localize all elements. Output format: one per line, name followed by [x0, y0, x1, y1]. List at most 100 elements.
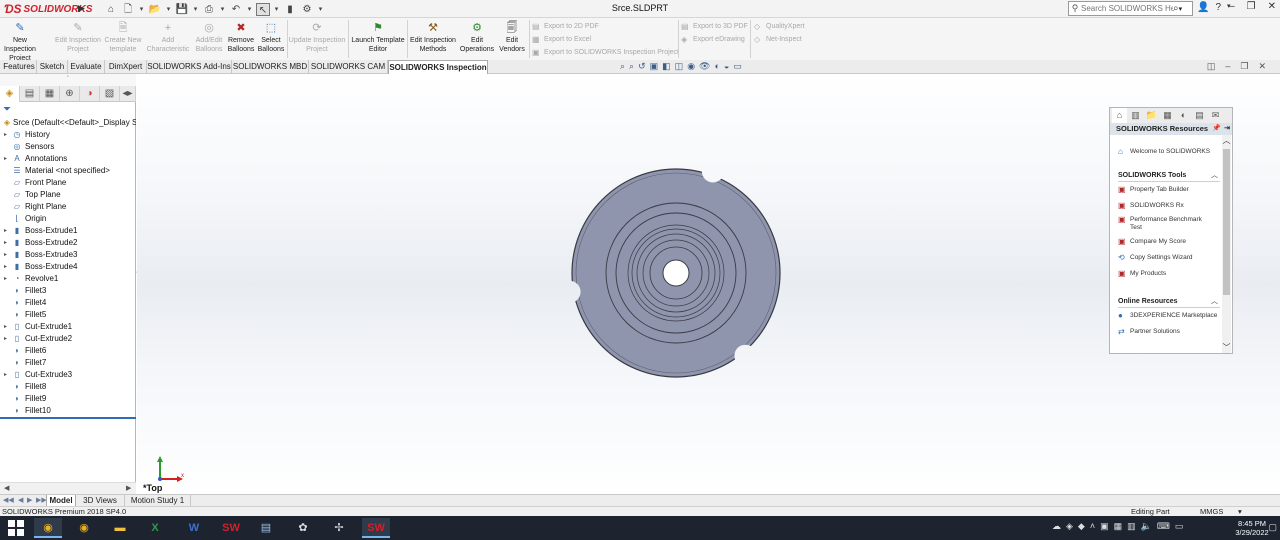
zoom-to-fit-icon[interactable]: ⌕ [620, 61, 625, 72]
file-explorer-tab-icon[interactable]: 📁 [1144, 108, 1159, 123]
tab-scroll-icon[interactable]: ◂▸ [120, 86, 136, 102]
new-inspection-project-button[interactable]: ✎ New Inspection Project [2, 22, 38, 63]
scroll-up-icon[interactable]: ︿ [1222, 135, 1231, 146]
network-icon[interactable]: ▥ [1127, 521, 1136, 532]
part-model[interactable] [569, 166, 783, 380]
new-document-icon[interactable]: 🗋 [121, 3, 135, 16]
tree-item[interactable]: ▸ ▮ Boss-Extrude1 [0, 225, 136, 237]
task-pane-scrollbar[interactable]: ︿ ﹀ [1222, 135, 1231, 353]
home-icon[interactable]: ⌂ [104, 3, 118, 16]
tab-sketch[interactable]: Sketch [37, 60, 68, 74]
rebuild-icon[interactable]: ▮ [283, 3, 297, 16]
view-orientation-icon[interactable]: ◫ [675, 61, 684, 72]
options-dropdown-icon[interactable]: ▾ [317, 3, 324, 16]
online-section-header[interactable]: Online Resources ︿ [1118, 297, 1220, 308]
view-settings-icon[interactable]: ▭ [733, 61, 742, 72]
qualityxpert-button[interactable]: ◇ QualityXpert [754, 20, 805, 32]
viewport-close-icon[interactable]: ✕ [1258, 61, 1266, 72]
chrome-app-2-icon[interactable]: ◉ [70, 518, 98, 538]
expand-chevron-icon[interactable]: ▸ [4, 237, 10, 249]
tree-item[interactable]: ▸ ▯ Cut-Extrude1 [0, 321, 136, 333]
tree-item[interactable]: ⌊ Origin [0, 213, 136, 225]
displaymanager-tab-icon[interactable]: ◑ [80, 86, 100, 102]
compare-score-link[interactable]: ▣ Compare My Score [1118, 238, 1186, 246]
dynamic-annotation-icon[interactable]: ◧ [662, 61, 671, 72]
tab-dimxpert[interactable]: DimXpert [105, 60, 147, 74]
partner-solutions-link[interactable]: ⇄ Partner Solutions [1118, 328, 1180, 336]
scroll-down-icon[interactable]: ﹀ [1222, 342, 1231, 353]
property-tab-builder-link[interactable]: ▣ Property Tab Builder [1118, 186, 1189, 194]
appearance-icon[interactable]: ◐ [714, 61, 719, 72]
minimize-icon[interactable]: – [1229, 1, 1235, 12]
undo-icon[interactable]: ↶ [229, 3, 243, 16]
expand-chevron-icon[interactable]: ▸ [4, 249, 10, 261]
save-icon[interactable]: 💾 [175, 3, 189, 16]
expand-chevron-icon[interactable]: ▸ [4, 369, 10, 381]
select-balloons-button[interactable]: ⬚ Select Balloons [256, 22, 286, 54]
panel-grip[interactable]: ◦ [0, 74, 136, 86]
previous-view-icon[interactable]: ↺ [638, 61, 646, 72]
tree-item[interactable]: ◎ Sensors [0, 141, 136, 153]
tree-item[interactable]: ▸ ◷ History [0, 129, 136, 141]
zoom-area-icon[interactable]: ⌕ [629, 61, 634, 72]
undo-dropdown-icon[interactable]: ▾ [246, 3, 253, 16]
tree-item[interactable]: ▸ ▯ Cut-Extrude3 [0, 369, 136, 381]
keyboard-icon[interactable]: ▭ [1175, 521, 1184, 532]
file-explorer-app-icon[interactable]: ▬ [106, 518, 134, 538]
my-products-link[interactable]: ▣ My Products [1118, 270, 1166, 278]
tree-item[interactable]: ▸ ◔ Revolve1 [0, 273, 136, 285]
tree-item[interactable]: ◗ Fillet8 [0, 381, 136, 393]
tree-root-part[interactable]: ◈ Srce (Default<<Default>_Display St [0, 117, 136, 129]
add-characteristic-button[interactable]: + Add Characteristic [146, 22, 190, 54]
solidworks-active-app-icon[interactable]: SW [362, 518, 390, 538]
resources-tab-icon[interactable]: ⌂ [1112, 108, 1127, 123]
net-inspect-button[interactable]: ◇ Net-Inspect [754, 33, 802, 45]
tray-app-4-icon[interactable]: ▦ [1114, 521, 1123, 532]
solidworks-logo[interactable]: ƊS SOLIDWORKS [4, 1, 92, 17]
paint-app-icon[interactable]: ✿ [289, 518, 317, 538]
filter-icon[interactable]: ⏷ [3, 104, 11, 115]
export-edrawing-button[interactable]: ◈ Export eDrawing [681, 33, 745, 45]
menu-expand-arrow-icon[interactable]: ▶ [78, 3, 85, 14]
export-excel-button[interactable]: ▦ Export to Excel [532, 33, 591, 45]
propertymanager-tab-icon[interactable]: ▤ [20, 86, 40, 102]
welcome-link[interactable]: ⌂ Welcome to SOLIDWORKS [1118, 148, 1210, 156]
tree-item[interactable]: ◗ Fillet3 [0, 285, 136, 297]
volume-icon[interactable]: 🔈 [1141, 521, 1152, 532]
windows-start-icon[interactable] [8, 520, 24, 536]
word-app-icon[interactable]: W [180, 518, 208, 538]
tab-inspection[interactable]: SOLIDWORKS Inspection [388, 60, 488, 74]
user-icon[interactable]: 👤 [1197, 2, 1209, 13]
help-search-mode-icon[interactable]: ⚲ [1069, 3, 1081, 14]
new-dropdown-icon[interactable]: ▾ [138, 3, 145, 16]
dimxpertmanager-tab-icon[interactable]: ⊕ [60, 86, 80, 102]
custom-properties-tab-icon[interactable]: ▤ [1192, 108, 1207, 123]
scroll-thumb[interactable] [1223, 149, 1230, 295]
search-dropdown-icon[interactable]: ▾ [1179, 5, 1183, 13]
expand-chevron-icon[interactable]: ▸ [4, 261, 10, 273]
tab-addins[interactable]: SOLIDWORKS Add-Ins [147, 60, 232, 74]
viewport-restore-icon[interactable]: ❐ [1240, 61, 1248, 72]
expand-chevron-icon[interactable]: ▸ [4, 321, 10, 333]
help-icon[interactable]: ? [1215, 2, 1221, 13]
expand-chevron-icon[interactable]: ▸ [4, 225, 10, 237]
notepad-app-icon[interactable]: ▤ [252, 518, 280, 538]
collapse-chevron-icon[interactable]: ︿ [1211, 171, 1218, 181]
edit-inspection-project-button[interactable]: ✎ Edit Inspection Project [53, 22, 103, 54]
print-icon[interactable]: ⎙ [202, 3, 216, 16]
export-2d-pdf-button[interactable]: ▤ Export to 2D PDF [532, 20, 599, 32]
tree-item[interactable]: ◗ Fillet7 [0, 357, 136, 369]
performance-benchmark-link[interactable]: ▣ Performance Benchmark Test [1118, 216, 1214, 232]
tab-cam[interactable]: SOLIDWORKS CAM [309, 60, 388, 74]
remove-balloons-button[interactable]: ✖ Remove Balloons [226, 22, 256, 54]
export-inspection-project-button[interactable]: ▣ Export to SOLIDWORKS Inspection Project [532, 46, 679, 58]
forum-tab-icon[interactable]: ✉ [1208, 108, 1223, 123]
section-view-icon[interactable]: ▣ [650, 61, 659, 72]
chrome-app-icon[interactable]: ◉ [34, 518, 62, 538]
expand-chevron-icon[interactable]: ▸ [4, 333, 10, 345]
view-palette-tab-icon[interactable]: ▦ [1160, 108, 1175, 123]
excel-app-icon[interactable]: X [141, 518, 169, 538]
update-inspection-project-button[interactable]: ⟳ Update Inspection Project [288, 22, 346, 54]
tab-evaluate[interactable]: Evaluate [68, 60, 105, 74]
tree-item[interactable]: ▸ ▮ Boss-Extrude3 [0, 249, 136, 261]
